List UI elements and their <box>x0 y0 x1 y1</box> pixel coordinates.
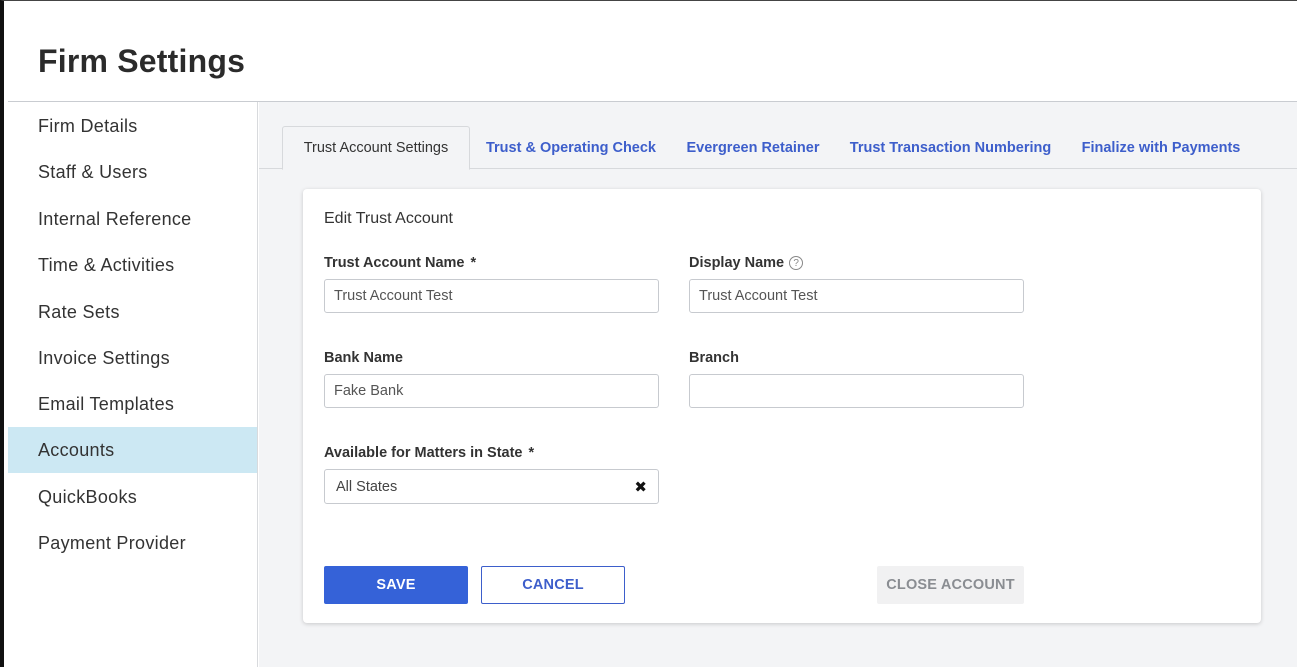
tab-evergreen-retainer[interactable]: Evergreen Retainer <box>679 126 827 169</box>
state-select-value: All States <box>336 478 398 495</box>
sidebar-item-firm-details[interactable]: Firm Details <box>8 103 257 149</box>
tab-trust-account-settings[interactable]: Trust Account Settings <box>282 126 470 170</box>
display-name-input[interactable] <box>689 279 1024 313</box>
clear-icon[interactable]: ✖ <box>634 478 647 496</box>
trust-account-name-input[interactable] <box>324 279 659 313</box>
help-circle-icon[interactable]: ? <box>789 256 804 270</box>
branch-label: Branch <box>689 350 739 366</box>
card-title: Edit Trust Account <box>324 210 453 227</box>
tab-trust-operating-check[interactable]: Trust & Operating Check <box>481 126 661 169</box>
settings-sidebar: Firm Details Staff & Users Internal Refe… <box>8 102 258 667</box>
state-label: Available for Matters in State * <box>324 445 534 461</box>
edit-trust-account-card: Edit Trust Account Trust Account Name * … <box>303 189 1261 623</box>
branch-input[interactable] <box>689 374 1024 408</box>
state-select[interactable]: All States ✖ <box>324 469 659 504</box>
bank-name-label: Bank Name <box>324 350 403 366</box>
save-button[interactable]: SAVE <box>324 566 468 604</box>
display-name-label-text: Display Name <box>689 255 785 271</box>
settings-tabs: Trust Account Settings Trust & Operating… <box>259 126 1297 170</box>
tab-finalize-with-payments[interactable]: Finalize with Payments <box>1075 126 1247 169</box>
display-name-label: Display Name ? <box>689 255 804 271</box>
sidebar-item-quickbooks[interactable]: QuickBooks <box>8 474 257 520</box>
bank-name-input[interactable] <box>324 374 659 408</box>
trust-account-name-label: Trust Account Name * <box>324 255 476 271</box>
sidebar-item-invoice-settings[interactable]: Invoice Settings <box>8 335 257 381</box>
sidebar-item-rate-sets[interactable]: Rate Sets <box>8 289 257 335</box>
sidebar-item-email-templates[interactable]: Email Templates <box>8 381 257 427</box>
sidebar-item-internal-reference[interactable]: Internal Reference <box>8 196 257 242</box>
page-title: Firm Settings <box>38 43 246 79</box>
close-account-button[interactable]: CLOSE ACCOUNT <box>877 566 1024 604</box>
sidebar-item-staff-users[interactable]: Staff & Users <box>8 149 257 195</box>
cancel-button[interactable]: CANCEL <box>481 566 625 604</box>
tab-trust-transaction-numbering[interactable]: Trust Transaction Numbering <box>843 126 1058 169</box>
sidebar-item-accounts[interactable]: Accounts <box>8 427 257 473</box>
sidebar-item-payment-provider[interactable]: Payment Provider <box>8 520 257 566</box>
state-label-text: Available for Matters in State <box>324 445 523 461</box>
app-window: Firm Settings Firm Details Staff & Users… <box>0 0 1297 667</box>
settings-content: Trust Account Settings Trust & Operating… <box>259 102 1297 667</box>
required-asterisk: * <box>470 255 477 271</box>
sidebar-item-time-activities[interactable]: Time & Activities <box>8 242 257 288</box>
trust-account-name-label-text: Trust Account Name <box>324 255 465 271</box>
page-header: Firm Settings <box>8 2 1297 102</box>
required-asterisk: * <box>528 445 535 461</box>
